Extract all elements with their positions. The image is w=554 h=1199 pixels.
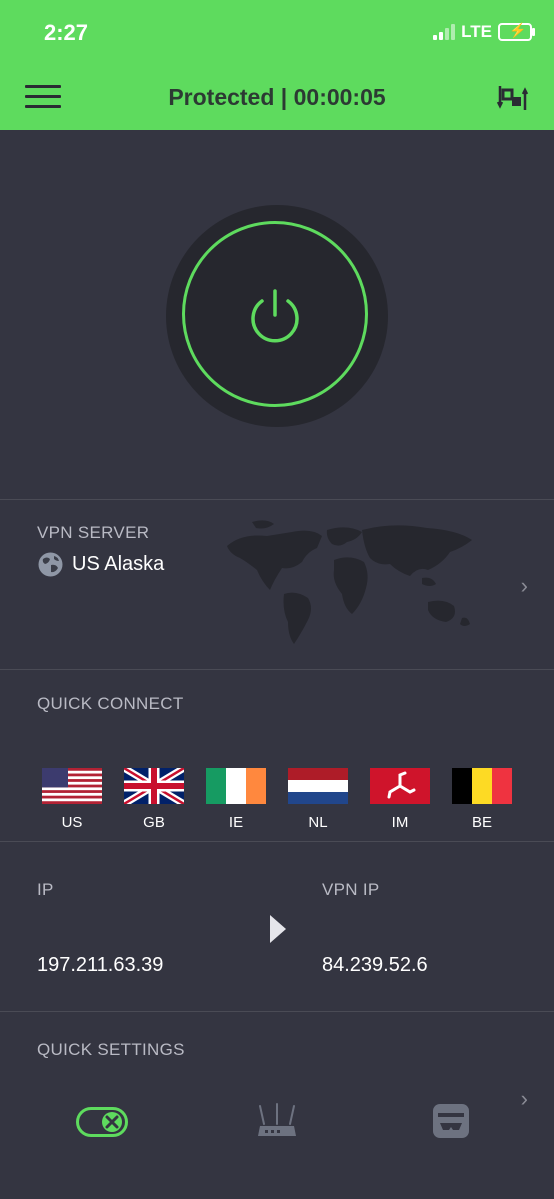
divider — [0, 1011, 554, 1012]
flag-code-im: IM — [391, 814, 409, 831]
flag-button-ie[interactable]: IE — [206, 768, 266, 831]
router-icon[interactable] — [256, 1102, 298, 1142]
quick-connect-label: QUICK CONNECT — [37, 694, 184, 713]
us-flag-icon — [42, 768, 102, 804]
power-icon — [251, 289, 299, 343]
flag-code-gb: GB — [143, 814, 165, 831]
gb-flag-icon — [124, 768, 184, 804]
divider — [0, 669, 554, 670]
flag-button-gb[interactable]: GB — [124, 768, 184, 831]
status-indicators: LTE ⚡ — [433, 22, 535, 42]
vpn-ip-value: 84.239.52.6 — [322, 954, 428, 976]
flag-code-be: BE — [471, 814, 492, 831]
flag-code-us: US — [61, 814, 83, 831]
vpn-server-name: US Alaska — [72, 553, 165, 575]
ip-value: 197.211.63.39 — [37, 954, 164, 976]
arrow-right-icon — [270, 915, 286, 943]
nl-flag-icon — [288, 768, 348, 804]
switch-server-icon[interactable] — [496, 82, 530, 114]
ie-flag-icon — [206, 768, 266, 804]
vpn-ip-label: VPN IP — [322, 880, 380, 899]
chevron-right-icon[interactable]: › — [521, 1086, 528, 1112]
connection-status-title: Protected | 00:00:05 — [168, 84, 386, 110]
power-button[interactable] — [182, 221, 368, 407]
kill-switch-toggle-icon[interactable] — [76, 1104, 128, 1140]
incognito-card-icon[interactable] — [432, 1103, 470, 1139]
divider — [0, 841, 554, 842]
be-flag-icon — [452, 768, 512, 804]
flag-button-nl[interactable]: NL — [288, 768, 348, 831]
top-bar: 2:27 LTE ⚡ Protected | 00:00:05 — [0, 0, 554, 130]
vpn-server-label: VPN SERVER — [37, 523, 150, 542]
chevron-right-icon: › — [520, 573, 528, 598]
divider — [0, 499, 554, 500]
flag-code-nl: NL — [308, 814, 328, 831]
im-flag-icon — [370, 768, 430, 804]
world-map-image — [227, 520, 472, 644]
network-type: LTE — [461, 22, 492, 41]
power-button-container — [166, 205, 388, 427]
flag-button-im[interactable]: IM — [370, 768, 430, 831]
quick-settings-label: QUICK SETTINGS — [37, 1040, 185, 1059]
ip-label: IP — [37, 880, 54, 899]
flag-code-ie: IE — [228, 814, 244, 831]
globe-icon — [38, 552, 63, 577]
signal-icon — [433, 24, 456, 40]
status-time: 2:27 — [44, 20, 89, 45]
battery-icon: ⚡ — [498, 22, 535, 41]
flag-button-us[interactable]: US — [42, 768, 102, 831]
flag-button-be[interactable]: BE — [452, 768, 512, 831]
